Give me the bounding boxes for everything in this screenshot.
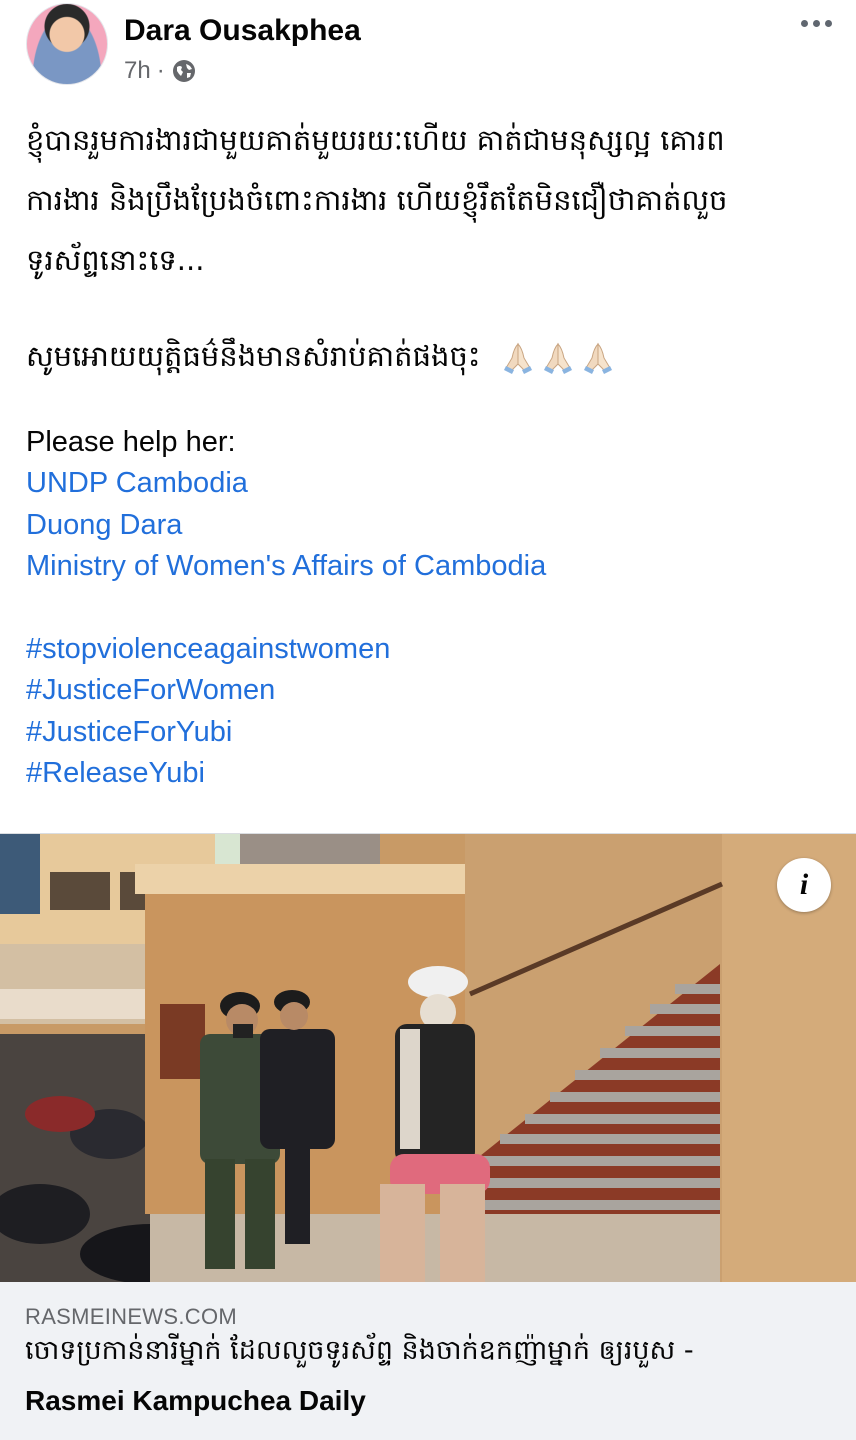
link-title[interactable]: ចោទប្រកាន់នារីម្នាក់ ដែលលួចទូរស័ព្ទ និងច…: [25, 1334, 694, 1373]
hashtag-link[interactable]: #stopviolenceagainstwomen: [26, 629, 826, 671]
link-preview-image[interactable]: i: [0, 834, 856, 1282]
hashtag-link[interactable]: #JusticeForYubi: [26, 712, 826, 754]
folded-hands-icon: [543, 342, 572, 374]
info-button[interactable]: i: [777, 858, 831, 912]
prayer-emojis: [500, 340, 616, 376]
meta-separator: ·: [156, 57, 165, 84]
author-avatar[interactable]: [26, 3, 108, 85]
link-domain: RASMEINEWS.COM: [25, 1304, 237, 1329]
post-paragraph-1: ខ្ញុំបានរួមការងារជាមួយគាត់មួយរយៈហើយ គាត់…: [26, 110, 826, 290]
more-horizontal-icon: [800, 19, 808, 27]
post-text-line: ខ្ញុំបានរួមការងារជាមួយគាត់មួយរយៈហើយ គាត់…: [26, 123, 725, 157]
mention-duong-dara[interactable]: Duong Dara: [26, 505, 826, 547]
author-name[interactable]: Dara Ousakphea: [124, 14, 361, 48]
post-text-line: ទូរស័ព្ទនោះទេ...: [26, 243, 205, 277]
mention-undp-cambodia[interactable]: UNDP Cambodia: [26, 463, 826, 505]
globe-icon[interactable]: [171, 58, 197, 84]
post-meta: 7h ·: [124, 56, 197, 86]
news-photo: [0, 834, 856, 1282]
hashtag-link[interactable]: #ReleaseYubi: [26, 753, 826, 795]
post-paragraph-2: សូមអោយយុត្តិធម៌នឹងមានសំរាប់គាត់ផងចុះ: [26, 326, 826, 386]
mention-ministry-womens-affairs[interactable]: Ministry of Women's Affairs of Cambodia: [26, 546, 826, 588]
link-preview-card[interactable]: i RASMEINEWS.COM ចោទប្រកាន់នារីម្នាក់ ដែ…: [0, 833, 856, 1440]
post-time[interactable]: 7h: [124, 57, 151, 85]
post-body: ខ្ញុំបានរួមការងារជាមួយគាត់មួយរយៈហើយ គាត់…: [26, 110, 826, 795]
link-preview-caption[interactable]: RASMEINEWS.COM ចោទប្រកាន់នារីម្នាក់ ដែលល…: [0, 1282, 856, 1440]
folded-hands-icon: [583, 342, 612, 374]
help-text: Please help her:: [26, 426, 236, 458]
more-options-button[interactable]: [796, 6, 836, 40]
hashtag-link[interactable]: #JusticeForWomen: [26, 670, 826, 712]
prayer-text: សូមអោយយុត្តិធម៌នឹងមានសំរាប់គាត់ផងចុះ: [26, 339, 481, 373]
post-header: Dara Ousakphea 7h ·: [0, 0, 856, 100]
post-text-line: ការងារ និងប្រឹងប្រែងចំពោះការងារ ហើយខ្ញុំ…: [26, 183, 728, 217]
link-site-name[interactable]: Rasmei Kampuchea Daily: [25, 1385, 366, 1417]
folded-hands-icon: [503, 342, 532, 374]
